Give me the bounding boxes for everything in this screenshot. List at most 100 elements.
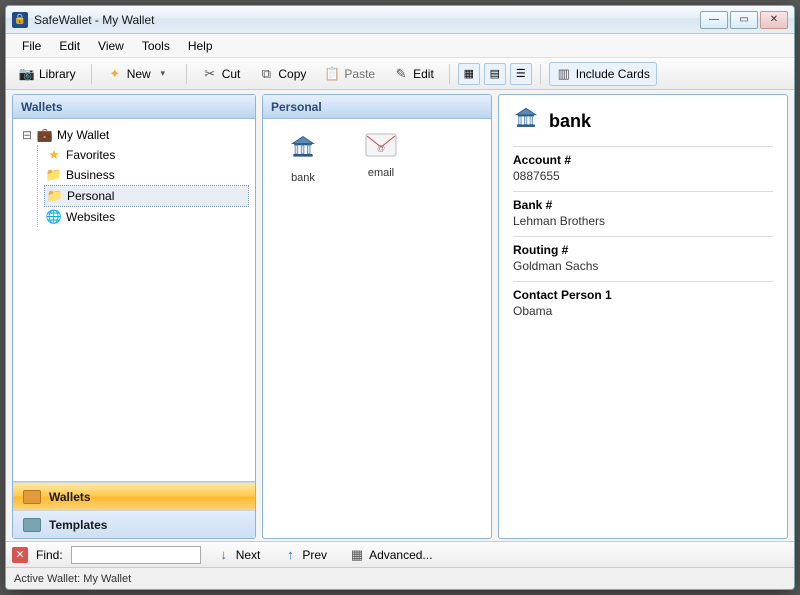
paste-icon: 📋 [324,66,340,82]
window-title: SafeWallet - My Wallet [34,13,700,27]
tree-item-business[interactable]: 📁 Business [44,165,249,185]
star-icon: ★ [46,147,62,163]
advanced-icon: ▦ [349,547,365,563]
items-view[interactable]: bank @ email [263,119,491,538]
find-prev-button[interactable]: ↑ Prev [275,543,334,567]
detail-view: bank Account # 0887655 Bank # Lehman Bro… [499,95,787,538]
templates-nav-icon [23,518,41,532]
wallets-panel: Wallets ⊟ 💼 My Wallet ★ Favorites 📁 Busi… [12,94,256,539]
menu-tools[interactable]: Tools [134,36,178,56]
field-value: Lehman Brothers [513,214,773,228]
minimize-button[interactable]: — [700,11,728,29]
paste-button[interactable]: 📋 Paste [317,62,382,86]
nav-templates[interactable]: Templates [13,510,255,538]
wallets-panel-title: Wallets [13,95,255,119]
toolbar-sep [186,64,187,84]
tree-item-personal[interactable]: 📁 Personal [44,185,249,207]
bank-icon [289,133,317,168]
toolbar-sep [91,64,92,84]
include-cards-button[interactable]: ▥ Include Cards [549,62,657,86]
item-label: email [368,167,394,179]
content-area: Wallets ⊟ 💼 My Wallet ★ Favorites 📁 Busi… [6,90,794,541]
new-icon: ✦ [107,66,123,82]
library-button[interactable]: 📷 Library [12,62,83,86]
cut-button[interactable]: ✂ Cut [195,62,248,86]
tree-item-websites[interactable]: 🌐 Websites [44,207,249,227]
toolbar: 📷 Library ✦ New ▾ ✂ Cut ⧉ Copy 📋 Paste ✎… [6,58,794,90]
menu-view[interactable]: View [90,36,132,56]
items-panel: Personal bank @ email [262,94,492,539]
field-value: Goldman Sachs [513,259,773,273]
folder-icon: 📁 [46,167,62,183]
field-label: Routing # [513,243,773,257]
bank-icon [513,105,539,138]
find-bar: ✕ Find: ↓ Next ↑ Prev ▦ Advanced... [6,541,794,567]
library-icon: 📷 [19,66,35,82]
tree-root-label: My Wallet [57,128,109,142]
find-input[interactable] [71,546,201,564]
wallet-icon: 💼 [37,127,53,143]
edit-label: Edit [413,67,434,81]
tree-toggle-icon[interactable]: ⊟ [21,128,33,142]
app-window: 🔒 SafeWallet - My Wallet — ▭ ✕ File Edit… [5,5,795,590]
app-icon: 🔒 [12,12,28,28]
find-next-label: Next [236,548,261,562]
view-list-button[interactable]: ☰ [510,63,532,85]
tree-item-label: Business [66,168,115,182]
item-label: bank [291,172,315,184]
detail-header: bank [513,105,773,138]
tree-item-label: Favorites [66,148,115,162]
detail-field: Contact Person 1 Obama [513,281,773,326]
nav-wallets-label: Wallets [49,490,91,504]
detail-panel: bank Account # 0887655 Bank # Lehman Bro… [498,94,788,539]
arrow-down-icon: ↓ [216,547,232,563]
svg-text:@: @ [377,144,385,153]
maximize-button[interactable]: ▭ [730,11,758,29]
tree-item-label: Websites [66,210,115,224]
field-label: Contact Person 1 [513,288,773,302]
titlebar: 🔒 SafeWallet - My Wallet — ▭ ✕ [6,6,794,34]
tree-item-favorites[interactable]: ★ Favorites [44,145,249,165]
view-small-icons-button[interactable]: ▦ [458,63,480,85]
toolbar-sep [449,64,450,84]
field-label: Account # [513,153,773,167]
close-find-button[interactable]: ✕ [12,547,28,563]
status-bar: Active Wallet: My Wallet [6,567,794,589]
close-button[interactable]: ✕ [760,11,788,29]
menu-file[interactable]: File [14,36,49,56]
paste-label: Paste [344,67,375,81]
item-email[interactable]: @ email [351,129,411,188]
cards-icon: ▥ [556,66,572,82]
folder-icon: 📁 [47,188,63,204]
detail-field: Account # 0887655 [513,146,773,191]
menu-help[interactable]: Help [180,36,221,56]
item-bank[interactable]: bank [273,129,333,188]
new-button[interactable]: ✦ New ▾ [100,62,178,86]
view-medium-icons-button[interactable]: ▤ [484,63,506,85]
field-label: Bank # [513,198,773,212]
new-label: New [127,67,151,81]
field-value: 0887655 [513,169,773,183]
toolbar-sep [540,64,541,84]
detail-field: Routing # Goldman Sachs [513,236,773,281]
edit-icon: ✎ [393,66,409,82]
find-prev-label: Prev [302,548,327,562]
field-value: Obama [513,304,773,318]
find-next-button[interactable]: ↓ Next [209,543,268,567]
nav-buttons: Wallets Templates [13,481,255,538]
find-advanced-label: Advanced... [369,548,432,562]
globe-icon: 🌐 [46,209,62,225]
tree-children: ★ Favorites 📁 Business 📁 Personal 🌐 Webs… [37,145,249,227]
window-controls: — ▭ ✕ [700,11,788,29]
nav-wallets[interactable]: Wallets [13,482,255,510]
copy-button[interactable]: ⧉ Copy [251,62,313,86]
tree-root[interactable]: ⊟ 💼 My Wallet [19,125,249,145]
wallet-tree[interactable]: ⊟ 💼 My Wallet ★ Favorites 📁 Business 📁 [13,119,255,481]
email-icon: @ [365,133,397,163]
cut-icon: ✂ [202,66,218,82]
cut-label: Cut [222,67,241,81]
edit-button[interactable]: ✎ Edit [386,62,441,86]
menu-edit[interactable]: Edit [51,36,88,56]
find-advanced-button[interactable]: ▦ Advanced... [342,543,439,567]
library-label: Library [39,67,76,81]
